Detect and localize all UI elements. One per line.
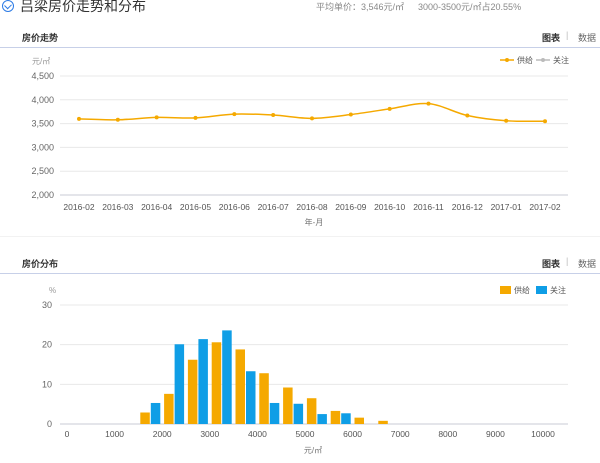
distribution-title: 房价分布: [22, 259, 59, 269]
trend-tab-data[interactable]: 数据: [578, 31, 596, 44]
distribution-x-tick-label: 2000: [153, 429, 172, 439]
trend-data-point-supply: [543, 119, 547, 124]
distribution-y-tick-label: 20: [42, 340, 52, 350]
trend-data-point-supply: [115, 117, 120, 122]
trend-x-tick-label: 2017-01: [491, 202, 522, 212]
distribution-x-tick-label: 4000: [248, 429, 267, 439]
trend-x-tick-label: 2016-08: [296, 202, 327, 212]
distribution-bar-follow: [317, 414, 327, 424]
section-divider: [0, 236, 600, 237]
trend-y-tick-label: 2,500: [31, 166, 54, 176]
distribution-bar-follow: [174, 344, 185, 424]
trend-y-tick-label: 4,500: [31, 71, 54, 81]
distribution-chart: % 0 10 20 30 0 1000 2000 3000 4000 5000 6000 7000 800…: [42, 285, 568, 455]
trend-x-tick-label: 2017-02: [529, 202, 560, 212]
distribution-bar-supply: [354, 417, 364, 424]
distribution-y-tick-label: 10: [42, 379, 52, 389]
trend-x-tick-label: 2016-05: [180, 202, 211, 212]
trend-x-tick-label: 2016-04: [141, 202, 172, 212]
trend-title: 房价走势: [22, 33, 59, 43]
distribution-tab-separator: |: [566, 256, 569, 266]
distribution-y-tick-label: 30: [42, 300, 52, 310]
page-title: 吕梁房价走势和分布: [20, 0, 146, 14]
average-price: 平均单价：3,546元/㎡: [316, 2, 405, 12]
distribution-legend-label-supply: 供给: [514, 285, 530, 295]
trend-data-point-supply: [232, 112, 237, 117]
distribution-x-axis-label: 元/㎡: [304, 446, 322, 455]
distribution-x-tick-label: 0: [65, 429, 70, 439]
trend-unit-label: 元/㎡: [32, 57, 50, 66]
distribution-unit-label: %: [49, 286, 56, 295]
trend-x-tick-label: 2016-02: [63, 202, 94, 212]
distribution-tab-data[interactable]: 数据: [578, 257, 596, 270]
trend-x-tick-label: 2016-10: [374, 202, 405, 212]
distribution-bar-supply: [211, 342, 222, 424]
distribution-panel-header: 房价分布 图表 | 数据: [0, 252, 600, 274]
distribution-x-tick-label: 6000: [343, 429, 362, 439]
distribution-bar-supply: [330, 410, 341, 424]
trend-legend-label-follow: 关注: [553, 55, 569, 65]
trend-data-point-supply: [348, 112, 353, 117]
check-circle-icon: [2, 0, 14, 12]
trend-x-tick-label: 2016-12: [452, 202, 483, 212]
trend-x-tick-label: 2016-06: [219, 202, 250, 212]
distribution-x-tick-label: 3000: [200, 429, 219, 439]
distribution-legend-swatch-supply: [500, 286, 511, 294]
trend-data-point-supply: [271, 113, 276, 118]
distribution-tab-chart[interactable]: 图表: [542, 257, 560, 270]
trend-data-point-supply: [77, 116, 81, 121]
trend-tab-chart[interactable]: 图表: [542, 31, 560, 44]
distribution-x-tick-label: 1000: [105, 429, 124, 439]
trend-data-point-supply: [154, 115, 159, 120]
page-header: 吕梁房价走势和分布 平均单价：3,546元/㎡ 3000-3500元/㎡占20.…: [0, 0, 600, 18]
distribution-bar-supply: [283, 387, 293, 424]
trend-x-tick-label: 2016-09: [335, 202, 366, 212]
trend-y-tick-label: 3,500: [31, 119, 54, 129]
distribution-bar-supply: [378, 420, 388, 424]
trend-data-point-supply: [504, 118, 509, 123]
distribution-bar-follow: [246, 371, 256, 424]
trend-legend-label-supply: 供给: [517, 55, 533, 65]
distribution-x-tick-label: 9000: [486, 429, 505, 439]
price-range-share: 3000-3500元/㎡占20.55%: [418, 2, 522, 12]
distribution-bar-follow: [198, 339, 208, 424]
distribution-bar-supply: [140, 412, 150, 424]
trend-x-tick-label: 2016-11: [413, 202, 444, 212]
trend-y-tick-label: 3,000: [31, 142, 54, 152]
distribution-bar-follow: [293, 403, 304, 424]
trend-legend-marker-supply: [505, 58, 509, 62]
distribution-bar-supply: [187, 359, 198, 424]
trend-legend-marker-follow: [541, 58, 545, 62]
trend-chart: 元/㎡ 2,000 2,500 3,000 3,500 4,000 4,500 2016-02…: [31, 55, 569, 227]
trend-x-tick-label: 2016-07: [258, 202, 289, 212]
distribution-x-tick-label: 7000: [391, 429, 410, 439]
distribution-x-tick-label: 10000: [531, 429, 555, 439]
trend-y-tick-label: 4,000: [31, 95, 54, 105]
trend-panel-header: 房价走势 图表 | 数据: [0, 26, 600, 48]
trend-x-tick-label: 2016-03: [102, 202, 133, 212]
trend-data-point-supply: [465, 113, 470, 118]
distribution-bar-supply: [259, 373, 269, 424]
trend-data-point-supply: [426, 101, 431, 106]
distribution-bar-supply: [306, 398, 317, 424]
trend-data-point-supply: [387, 106, 392, 111]
trend-x-axis-label: 年-月: [305, 217, 324, 227]
distribution-legend-swatch-follow: [536, 286, 547, 294]
distribution-bar-follow: [269, 402, 280, 424]
trend-y-tick-label: 2,000: [31, 190, 54, 200]
trend-data-point-supply: [193, 115, 198, 120]
trend-data-point-supply: [310, 116, 314, 121]
distribution-x-tick-label: 5000: [296, 429, 315, 439]
distribution-x-tick-label: 8000: [438, 429, 457, 439]
distribution-bar-supply: [235, 349, 245, 424]
distribution-bar-supply: [164, 393, 174, 424]
trend-tab-separator: |: [566, 30, 569, 40]
distribution-bar-follow: [341, 413, 351, 424]
distribution-bar-follow: [222, 330, 232, 424]
distribution-bar-follow: [150, 402, 161, 424]
distribution-legend-label-follow: 关注: [550, 285, 566, 295]
distribution-y-tick-label: 0: [47, 419, 52, 429]
